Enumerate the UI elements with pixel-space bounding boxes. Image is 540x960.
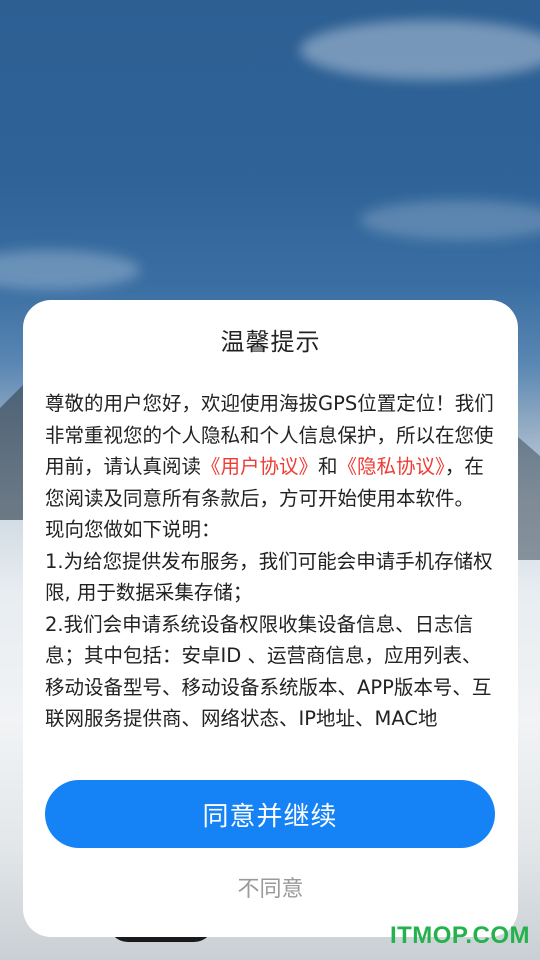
disagree-button[interactable]: 不同意 xyxy=(23,870,518,910)
agree-button[interactable]: 同意并继续 xyxy=(45,780,495,848)
user-agreement-link[interactable]: 《用户协议》 xyxy=(201,455,318,478)
permission-item-storage: 1.为给您提供发布服务，我们可能会申请手机存储权限, 用于数据采集存储； xyxy=(45,549,493,605)
privacy-dialog: 温馨提示 尊敬的用户您好，欢迎使用海拔GPS位置定位！我们非常重视您的个人隐私和… xyxy=(23,300,518,937)
app-screen: 温馨提示 尊敬的用户您好，欢迎使用海拔GPS位置定位！我们非常重视您的个人隐私和… xyxy=(0,0,540,960)
and-text: 和 xyxy=(318,455,338,478)
dialog-title: 温馨提示 xyxy=(220,328,321,356)
intro-paragraph: 尊敬的用户您好，欢迎使用海拔GPS位置定位！我们非常重视您的个人隐私和个人信息保… xyxy=(45,388,495,514)
privacy-policy-link[interactable]: 《隐私协议》 xyxy=(338,455,445,478)
watermark-logo: ITMOP.COM xyxy=(389,922,530,949)
permission-item-device: 2.我们会申请系统设备权限收集设备信息、日志信息；其中包括：安卓ID 、运营商信… xyxy=(45,612,492,731)
dialog-body[interactable]: 尊敬的用户您好，欢迎使用海拔GPS位置定位！我们非常重视您的个人隐私和个人信息保… xyxy=(45,388,495,758)
explain-heading: 现向您做如下说明： xyxy=(45,518,221,541)
